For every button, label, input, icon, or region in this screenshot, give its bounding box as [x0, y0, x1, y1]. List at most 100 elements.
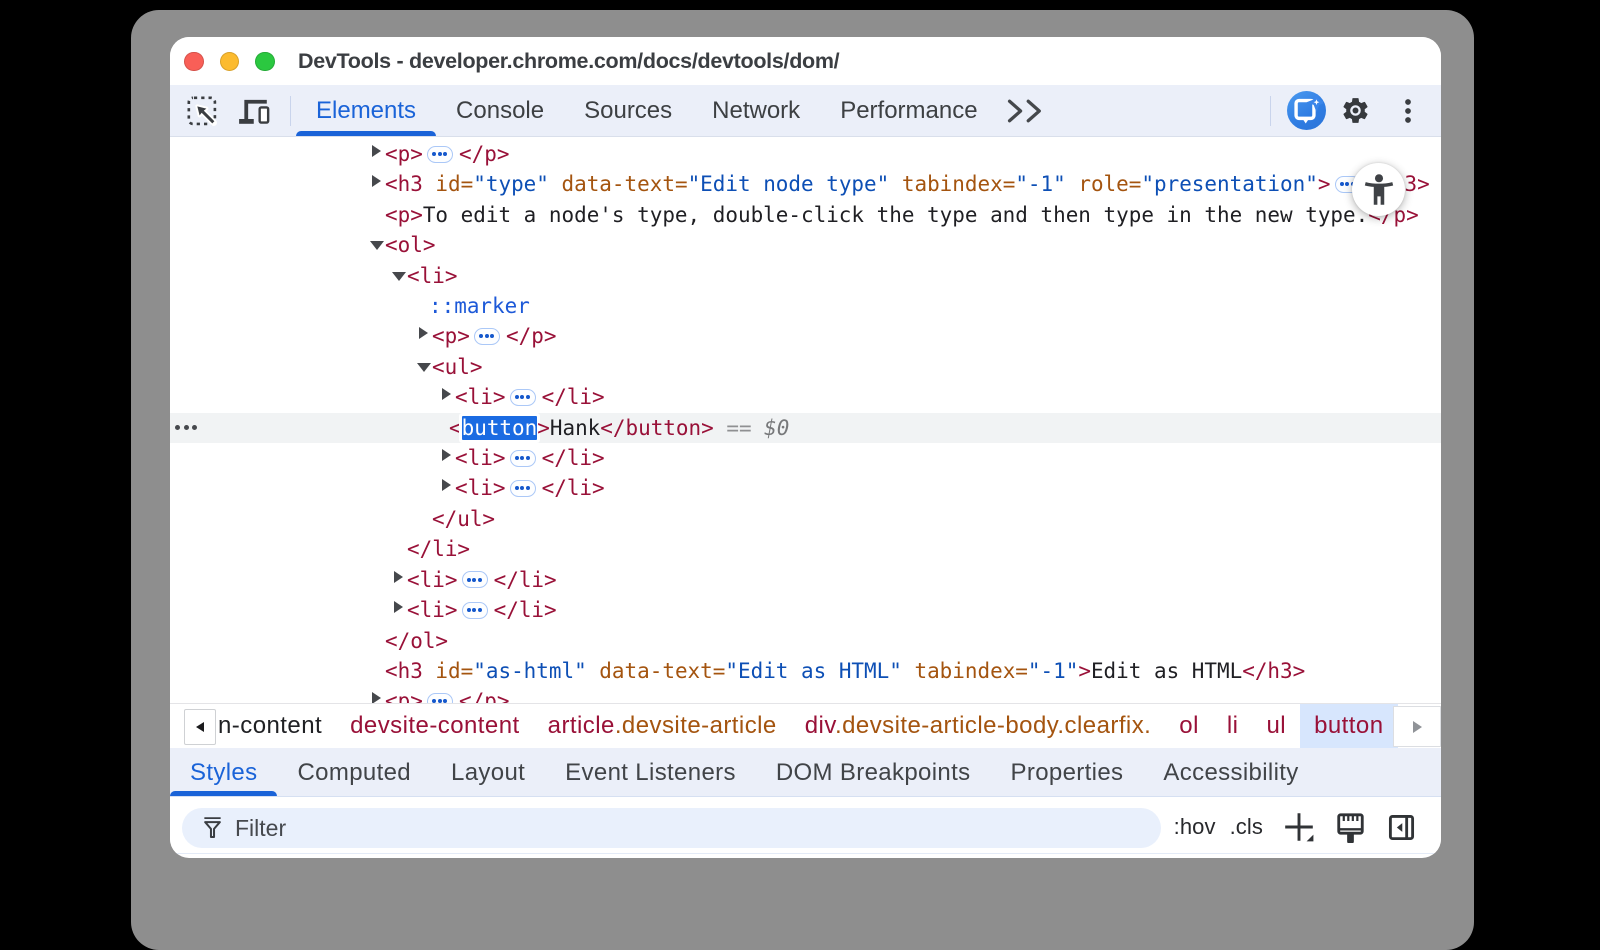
breadcrumb-item[interactable]: button: [1300, 704, 1397, 748]
tab-performance[interactable]: Performance: [820, 85, 997, 136]
toggle-device-toolbar-button[interactable]: [234, 91, 273, 131]
dom-token-tag: <p>: [385, 689, 423, 703]
inline-expand-ellipsis-button[interactable]: [427, 146, 453, 163]
accessibility-overlay-button[interactable]: [1352, 163, 1405, 216]
breadcrumb-part-tag: devsite-content: [350, 712, 520, 739]
dom-tree-row[interactable]: <h3 id="as-html" data-text="Edit as HTML…: [170, 656, 1441, 686]
inline-expand-ellipsis-button[interactable]: [510, 389, 536, 406]
toggle-sidebar-button[interactable]: [1384, 810, 1418, 844]
close-window-button[interactable]: [184, 52, 204, 72]
dom-token-tag: <li>: [455, 446, 505, 470]
dom-tree-row[interactable]: </ul>: [170, 504, 1441, 534]
dom-token-tag: </li>: [542, 446, 605, 470]
sidebar-tab-accessibility[interactable]: Accessibility: [1143, 748, 1318, 796]
dom-tree-row[interactable]: <p> </p>: [170, 321, 1441, 351]
tab-sources[interactable]: Sources: [564, 85, 692, 136]
dom-tree-row-selected[interactable]: <button>Hank</button> == $0: [170, 413, 1441, 443]
inline-expand-ellipsis-button[interactable]: [427, 693, 453, 703]
inline-expand-ellipsis-button[interactable]: [474, 328, 500, 345]
styles-toolbar-buttons: :hov .cls: [1174, 797, 1418, 857]
sidebar-tab-dom-breakpoints[interactable]: DOM Breakpoints: [756, 748, 991, 796]
rendering-emulations-button[interactable]: [1333, 810, 1367, 844]
dom-token-tag: </li>: [542, 476, 605, 500]
device-toolbar-icon: [238, 96, 270, 126]
breadcrumb-part-plain: n-content: [218, 712, 322, 739]
styles-filter-toolbar: Filter :hov .cls: [170, 796, 1441, 854]
inspect-element-button[interactable]: [182, 91, 221, 131]
sidebar-tab-styles[interactable]: Styles: [170, 748, 277, 796]
breadcrumb-item[interactable]: ol: [1165, 704, 1213, 748]
breadcrumb-part-tag: ol: [1179, 712, 1199, 739]
dom-token-tag: >: [1318, 172, 1331, 196]
dom-tree-row[interactable]: <li></li>: [170, 473, 1441, 503]
inline-expand-ellipsis-button[interactable]: [510, 450, 536, 467]
dom-token-tag: >: [1078, 659, 1091, 683]
sidebar-tab-properties[interactable]: Properties: [991, 748, 1144, 796]
settings-button[interactable]: [1336, 91, 1375, 131]
toolbar-divider-right: [1270, 96, 1271, 126]
tab-network[interactable]: Network: [692, 85, 820, 136]
dom-token-tag: </p>: [459, 689, 509, 703]
dom-tree-row[interactable]: <li></li>: [170, 595, 1441, 625]
gemini-ai-button[interactable]: [1287, 91, 1326, 130]
dom-tree-row[interactable]: <h3 id="type" data-text="Edit node type"…: [170, 169, 1441, 199]
dom-tree-row[interactable]: <li></li>: [170, 382, 1441, 412]
dom-tree-row[interactable]: <li> </li>: [170, 443, 1441, 473]
styles-filter-input[interactable]: Filter: [182, 808, 1161, 848]
element-classes-button[interactable]: .cls: [1230, 814, 1263, 840]
settings-gear-icon: [1340, 95, 1371, 126]
dom-token-tag: </p>: [506, 324, 556, 348]
breadcrumb-scroll-left-button[interactable]: [184, 709, 216, 745]
inline-expand-ellipsis-button[interactable]: [462, 602, 488, 619]
dom-token-text: To edit a node's type, double-click the …: [423, 203, 1368, 227]
dom-tree-row[interactable]: <p> </p>: [170, 686, 1441, 703]
dom-token-attr: tabindex=: [889, 172, 1015, 196]
main-menu-button[interactable]: [1388, 91, 1427, 131]
dom-tree-row[interactable]: </li>: [170, 534, 1441, 564]
breadcrumb-item[interactable]: ul: [1252, 704, 1300, 748]
breadcrumb-item[interactable]: div.devsite-article-body.clearfix.: [791, 704, 1166, 748]
dom-token-marker: ::marker: [429, 294, 530, 318]
minimize-window-button[interactable]: [220, 52, 240, 72]
inline-expand-ellipsis-button[interactable]: [462, 571, 488, 588]
styles-sidebar-tabs: StylesComputedLayoutEvent ListenersDOM B…: [170, 748, 1441, 796]
dom-tree-row[interactable]: <ul>: [170, 352, 1441, 382]
dom-tree-row[interactable]: <li>: [170, 261, 1441, 291]
sidebar-tab-layout[interactable]: Layout: [431, 748, 545, 796]
breadcrumb-item[interactable]: article.devsite-article: [534, 704, 791, 748]
inline-expand-ellipsis-button[interactable]: [510, 480, 536, 497]
dom-token-tag: </p>: [459, 142, 509, 166]
sidebar-tab-computed[interactable]: Computed: [277, 748, 431, 796]
more-panels-button[interactable]: [1005, 91, 1044, 131]
dom-tree-row[interactable]: <li></li>: [170, 565, 1441, 595]
dom-token-tag: <h3: [385, 172, 423, 196]
dom-token-tag: <p>: [432, 324, 470, 348]
dom-tree-row[interactable]: <p></p>: [170, 139, 1441, 169]
new-style-rule-button[interactable]: [1282, 810, 1316, 844]
dom-tree-row[interactable]: </ol>: [170, 626, 1441, 656]
more-tabs-icon: [1005, 91, 1044, 131]
maximize-window-button[interactable]: [255, 52, 275, 72]
dom-tree-row[interactable]: ::marker: [170, 291, 1441, 321]
breadcrumb-part-tag: li: [1227, 712, 1239, 739]
tab-console[interactable]: Console: [436, 85, 564, 136]
dom-token-tag: </h3>: [1242, 659, 1305, 683]
panel-toggle-icon: [1386, 812, 1417, 843]
dom-token-val: "Edit node type": [688, 172, 890, 196]
breadcrumb-item[interactable]: devsite-content: [336, 704, 534, 748]
row-actions-ellipsis-icon[interactable]: [175, 413, 197, 443]
dom-token-tag: <h3: [385, 659, 423, 683]
breadcrumb-item[interactable]: li: [1213, 704, 1253, 748]
dom-token-val: "-1": [1015, 172, 1065, 196]
breadcrumb-scroll-right-button[interactable]: [1393, 706, 1441, 747]
breadcrumb-part-tag: ul: [1266, 712, 1286, 739]
toggle-element-state-button[interactable]: :hov: [1174, 814, 1216, 840]
dom-token-attr: role=: [1066, 172, 1142, 196]
dom-tree-row[interactable]: <p>To edit a node's type, double-click t…: [170, 200, 1441, 230]
sidebar-tab-event-listeners[interactable]: Event Listeners: [545, 748, 756, 796]
breadcrumb-item[interactable]: n-content: [204, 704, 336, 748]
kebab-menu-icon: [1393, 96, 1423, 126]
dom-tree-row[interactable]: <ol>: [170, 230, 1441, 260]
tab-elements[interactable]: Elements: [296, 85, 436, 136]
dom-token-tag: <: [449, 416, 462, 440]
